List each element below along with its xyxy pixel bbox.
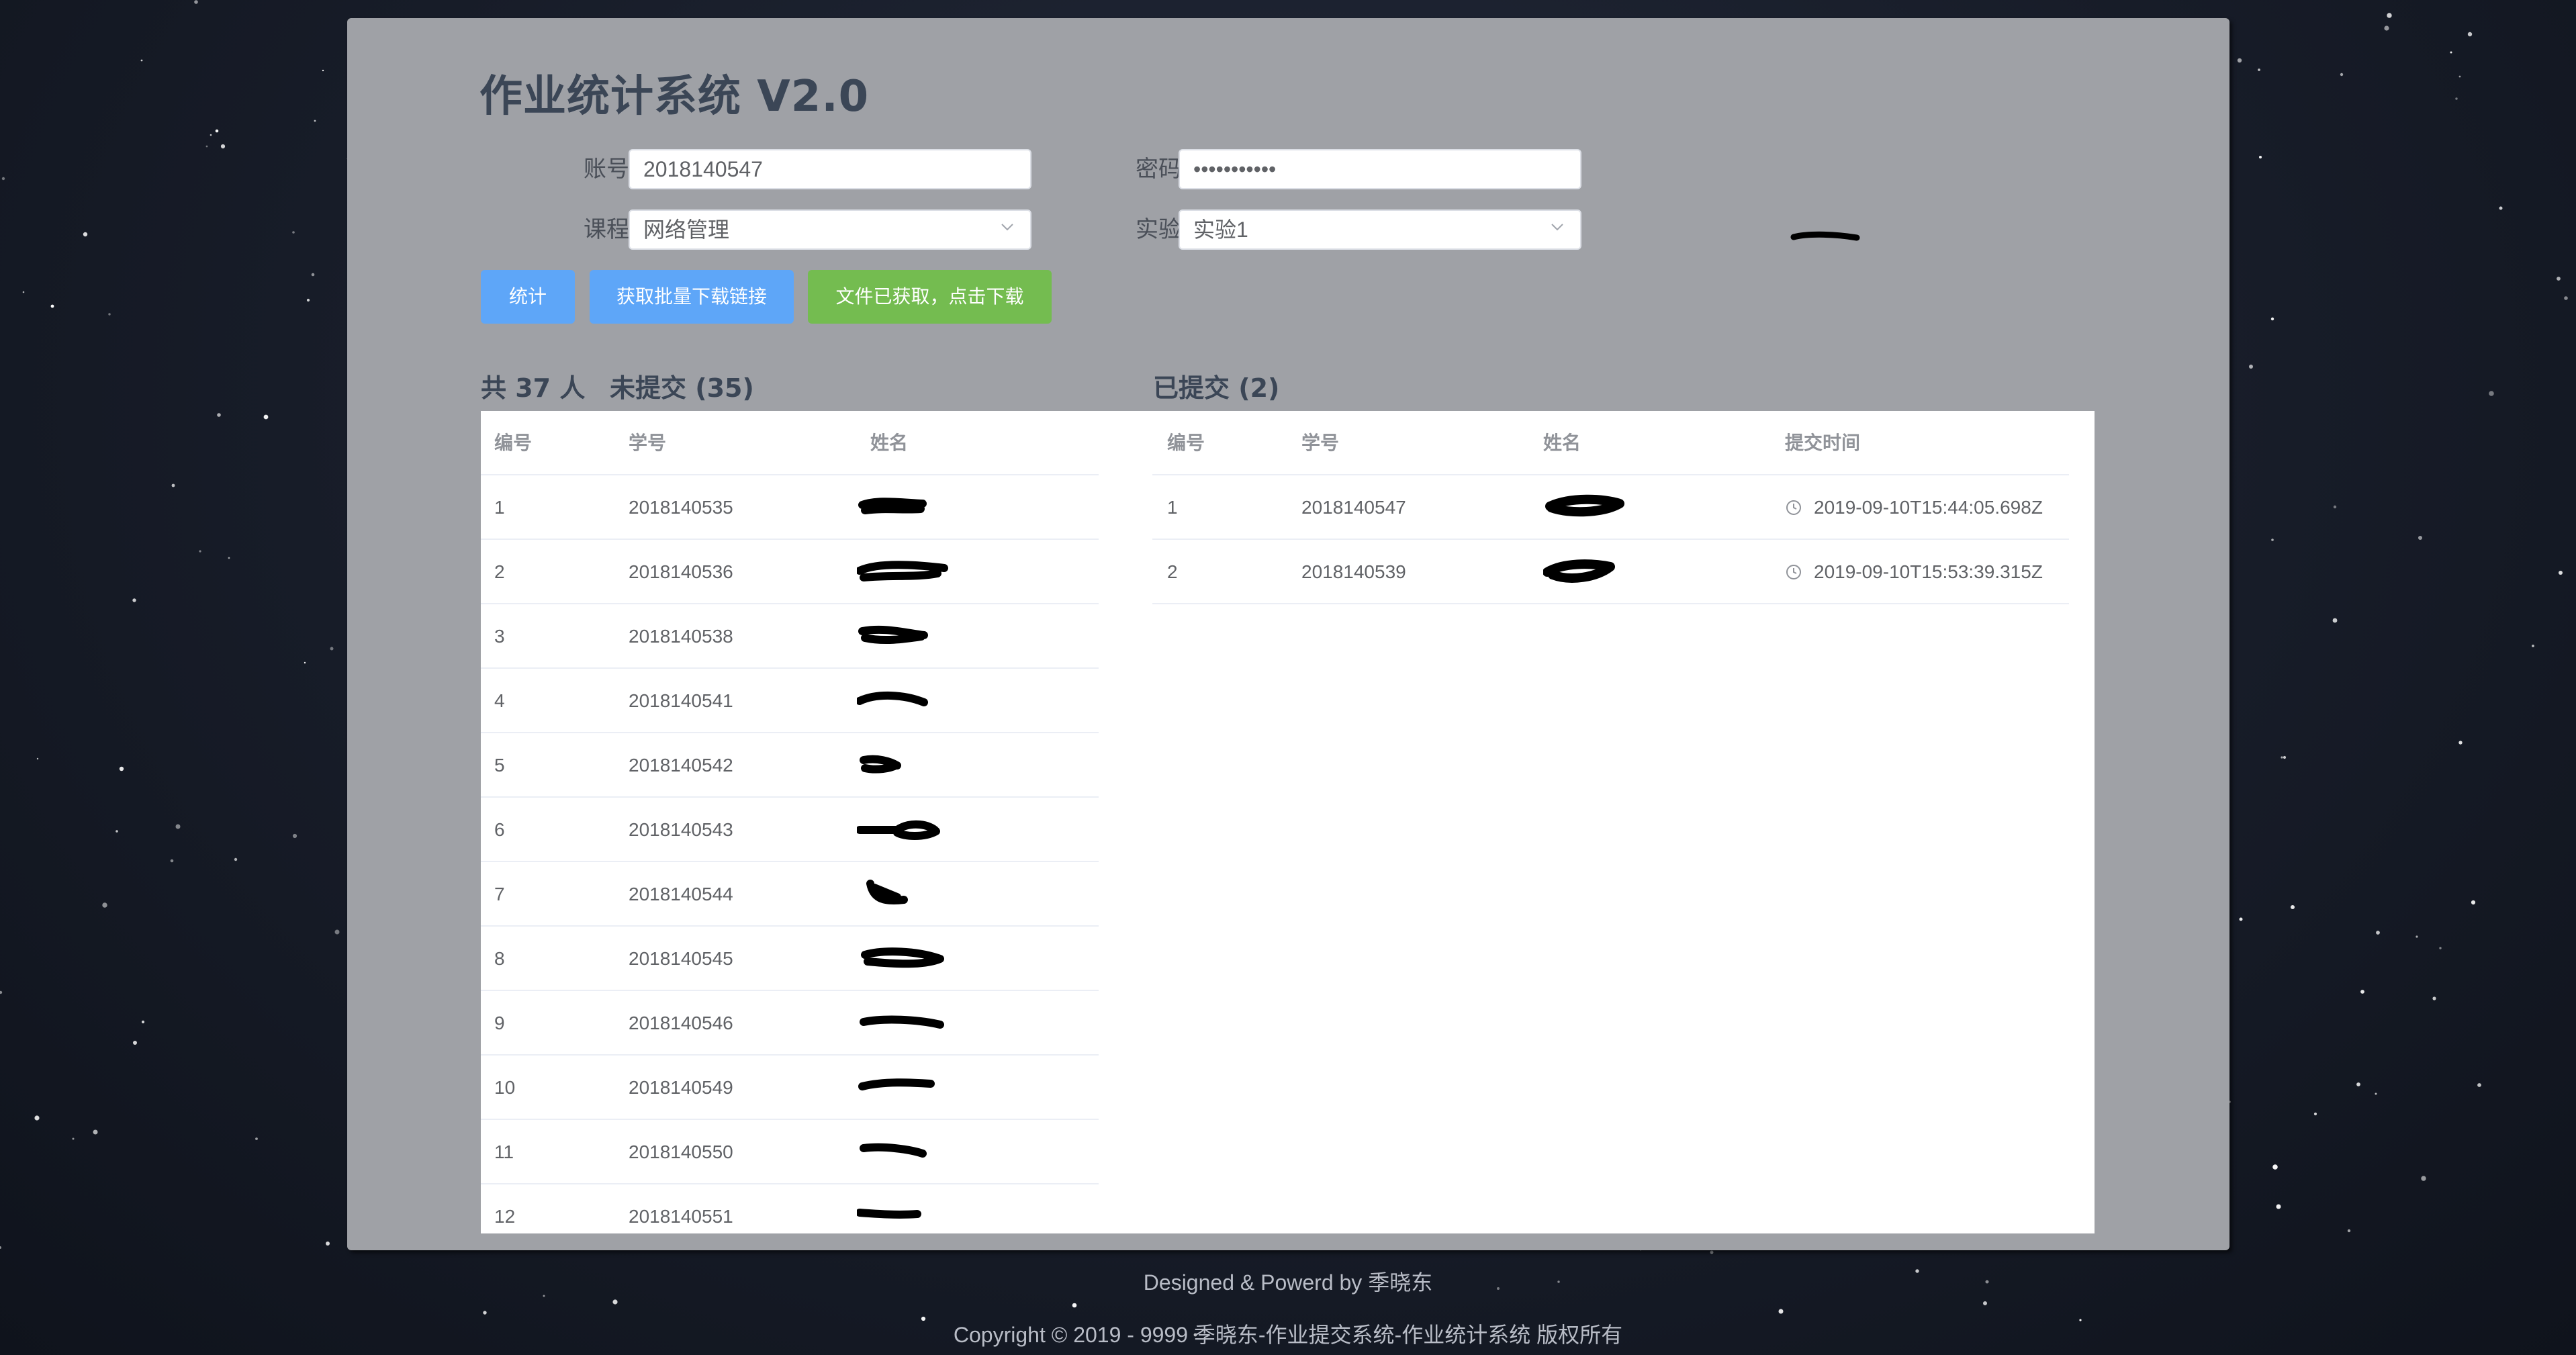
redacted-name	[858, 498, 927, 514]
submitted-heading: 已提交 (2)	[1153, 373, 1280, 403]
student-id: 2018140542	[629, 755, 733, 776]
row-number: 7	[494, 884, 505, 904]
student-id: 2018140545	[629, 948, 733, 969]
table-row: 2 2018140539 2019-09-10T15:53:39.315Z	[1152, 540, 2069, 604]
student-id: 2018140547	[1301, 497, 1406, 518]
redacted-name	[860, 755, 901, 774]
column-header: 学号	[1301, 432, 1340, 453]
not-submitted-table: 编号 学号 姓名 1 2018140535 2 2018140536 3 20181405…	[481, 411, 1099, 1233]
row-number: 11	[494, 1141, 514, 1162]
course-label: 课程	[584, 217, 629, 242]
row-number: 8	[494, 948, 505, 969]
chevron-down-icon	[1001, 224, 1013, 231]
submitted-table: 编号 学号 姓名 提交时间 1 2018140547 2019-09-10T15:4…	[1152, 411, 2069, 604]
student-id: 2018140551	[629, 1206, 733, 1227]
student-id: 2018140544	[629, 884, 733, 904]
column-header: 编号	[1167, 432, 1205, 453]
column-header: 学号	[629, 432, 667, 453]
row-number: 2	[494, 561, 505, 582]
row-number: 6	[494, 819, 505, 840]
stats-button[interactable]: 统计	[481, 270, 575, 324]
table-row: 2 2018140536	[481, 540, 1099, 604]
table-row: 6 2018140543	[481, 798, 1099, 862]
redacted-name	[858, 625, 928, 645]
table-row: 1 2018140547 2019-09-10T15:44:05.698Z	[1152, 475, 2069, 540]
tables-container: 编号 学号 姓名 1 2018140535 2 2018140536 3 20181405…	[481, 411, 2095, 1233]
student-id: 2018140535	[629, 497, 733, 518]
course-select-value: 网络管理	[643, 218, 730, 242]
student-id: 2018140539	[1301, 561, 1406, 582]
student-id: 2018140538	[629, 626, 733, 647]
redacted-name	[1545, 494, 1624, 517]
table-row: 1 2018140535	[481, 475, 1099, 540]
table-header: 编号 学号 姓名	[481, 411, 1099, 475]
row-number: 2	[1167, 561, 1178, 582]
redacted-name	[858, 1078, 935, 1090]
submit-time: 2019-09-10T15:53:39.315Z	[1814, 561, 2043, 582]
row-number: 12	[494, 1206, 516, 1227]
redacted-name	[857, 820, 940, 840]
row-number: 9	[494, 1013, 505, 1033]
password-input[interactable]: •••••••••••	[1179, 149, 1581, 189]
row-number: 5	[494, 755, 505, 776]
table-row: 4 2018140541	[481, 669, 1099, 733]
account-label: 账号	[584, 156, 629, 182]
column-header: 姓名	[870, 432, 909, 453]
column-header: 编号	[494, 432, 533, 453]
redacted-name	[860, 1015, 944, 1029]
row-number: 1	[1167, 497, 1178, 518]
table-row: 12 2018140551	[481, 1184, 1099, 1233]
table-row: 3 2018140538	[481, 604, 1099, 669]
student-id: 2018140550	[629, 1141, 733, 1162]
student-id: 2018140549	[629, 1077, 733, 1098]
experiment-select[interactable]: 实验1	[1179, 209, 1581, 250]
experiment-select-value: 实验1	[1193, 218, 1248, 242]
table-row: 10 2018140549	[481, 1056, 1099, 1120]
page-title: 作业统计系统 V2.0	[479, 72, 870, 122]
redacted-name	[866, 880, 908, 904]
student-id: 2018140543	[629, 819, 733, 840]
clock-icon	[1786, 565, 1801, 579]
column-header: 姓名	[1543, 432, 1581, 453]
submit-time: 2019-09-10T15:44:05.698Z	[1814, 497, 2043, 518]
batch-links-button[interactable]: 获取批量下载链接	[590, 270, 794, 324]
download-button[interactable]: 文件已获取，点击下载	[808, 270, 1052, 324]
not-submitted-heading: 未提交 (35)	[610, 373, 754, 403]
main-panel: 作业统计系统 V2.0 账号 2018140547 密码 •••••••••••…	[347, 18, 2229, 1250]
row-number: 4	[494, 690, 505, 711]
chevron-down-icon	[1551, 224, 1563, 231]
student-id: 2018140536	[629, 561, 733, 582]
table-row: 9 2018140546	[481, 991, 1099, 1056]
footer-designed-by: Designed & Powerd by 季晓东	[1143, 1270, 1433, 1295]
redacted-name	[860, 1143, 927, 1158]
total-count: 共 37 人	[481, 373, 586, 403]
redacted-name	[1543, 559, 1615, 583]
row-number: 10	[494, 1077, 516, 1098]
redacted-name	[857, 561, 948, 581]
student-id: 2018140546	[629, 1013, 733, 1033]
row-number: 3	[494, 626, 505, 647]
column-header: 提交时间	[1785, 432, 1861, 453]
clock-icon	[1786, 500, 1801, 515]
student-id: 2018140541	[629, 690, 733, 711]
table-row: 8 2018140545	[481, 927, 1099, 991]
course-select[interactable]: 网络管理	[629, 209, 1031, 250]
redacted-name	[857, 1209, 921, 1219]
table-row: 11 2018140550	[481, 1120, 1099, 1184]
redacted-mark	[1790, 231, 1860, 241]
footer-copyright: Copyright © 2019 - 9999 季晓东-作业提交系统-作业统计系…	[953, 1323, 1623, 1347]
password-label: 密码	[1136, 156, 1181, 182]
account-input[interactable]: 2018140547	[629, 149, 1031, 189]
table-row: 5 2018140542	[481, 733, 1099, 798]
redacted-name	[857, 691, 928, 706]
table-row: 7 2018140544	[481, 862, 1099, 927]
redacted-name	[861, 947, 944, 968]
row-number: 1	[494, 497, 505, 518]
table-header: 编号 学号 姓名 提交时间	[1152, 411, 2069, 475]
experiment-label: 实验	[1136, 217, 1181, 242]
